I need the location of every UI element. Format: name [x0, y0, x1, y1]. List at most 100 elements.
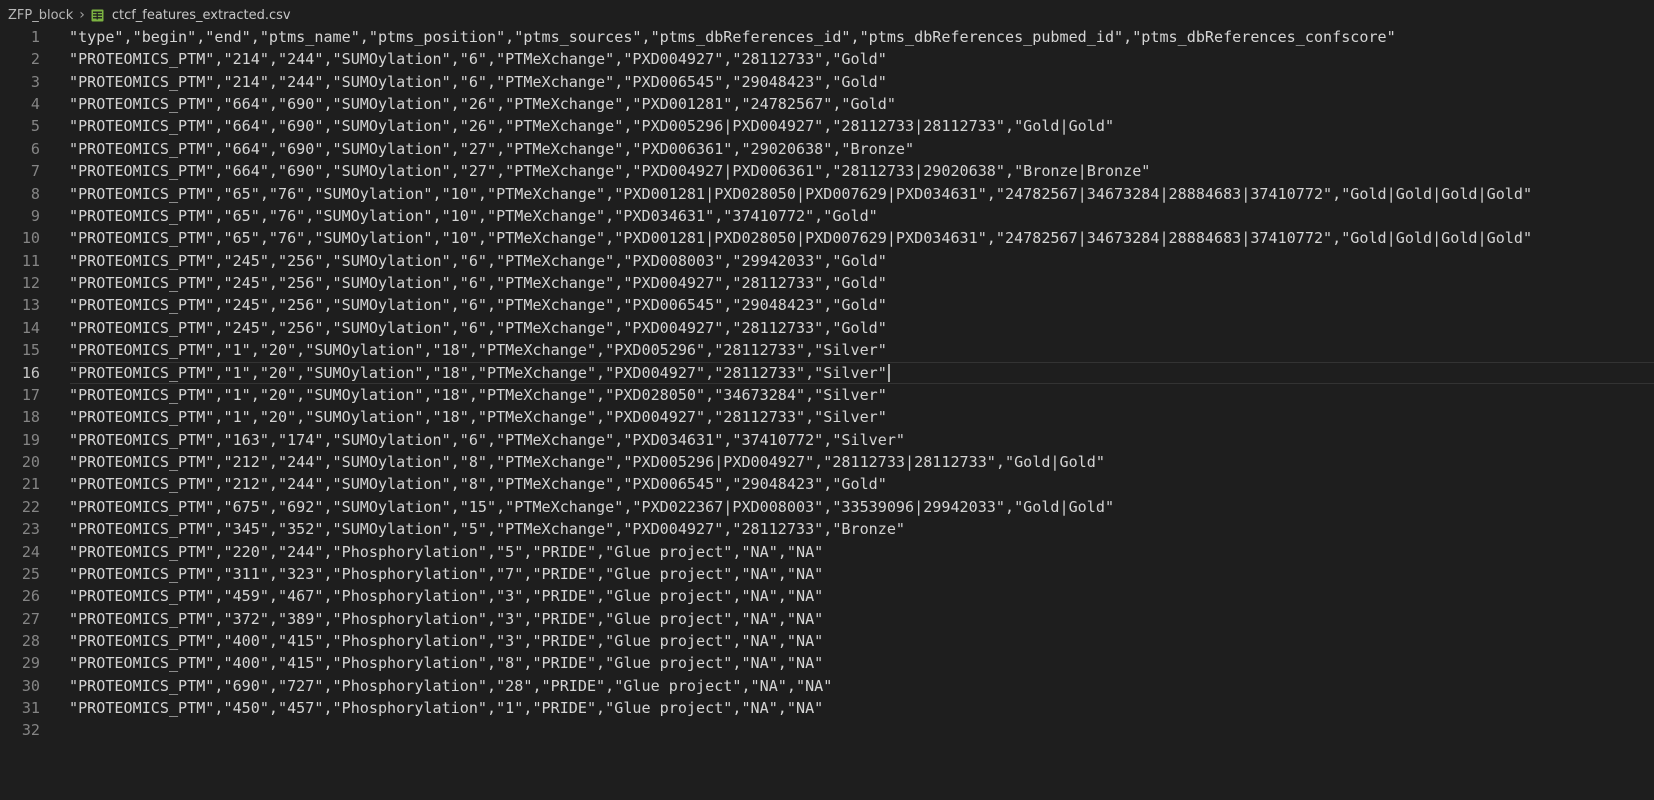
line-number: 18 — [21, 408, 40, 427]
line-text[interactable]: "PROTEOMICS_PTM","311","323","Phosphoryl… — [69, 563, 823, 586]
line-number: 27 — [21, 609, 40, 628]
code-line[interactable]: 13 "PROTEOMICS_PTM","245","256","SUMOylat… — [0, 294, 1654, 317]
line-text[interactable]: "PROTEOMICS_PTM","664","690","SUMOylatio… — [69, 93, 896, 116]
code-line[interactable]: 24 "PROTEOMICS_PTM","220","244","Phosphor… — [0, 541, 1654, 564]
code-line[interactable]: 9 "PROTEOMICS_PTM","65","76","SUMOylation… — [0, 205, 1654, 228]
line-number: 22 — [21, 497, 40, 516]
line-number: 30 — [21, 676, 40, 695]
line-number: 15 — [21, 341, 40, 360]
line-number: 9 — [30, 206, 40, 225]
line-text[interactable]: "PROTEOMICS_PTM","163","174","SUMOylatio… — [69, 429, 905, 452]
table-file-icon — [91, 9, 104, 22]
line-number: 26 — [21, 587, 40, 606]
code-line[interactable]: 1 "type","begin","end","ptms_name","ptms_… — [0, 26, 1654, 49]
line-number: 10 — [21, 229, 40, 248]
line-text[interactable]: "PROTEOMICS_PTM","690","727","Phosphoryl… — [69, 675, 832, 698]
line-number: 6 — [30, 139, 40, 158]
code-line[interactable]: 29 "PROTEOMICS_PTM","400","415","Phosphor… — [0, 652, 1654, 675]
line-number: 20 — [21, 453, 40, 472]
line-text[interactable]: "PROTEOMICS_PTM","212","244","SUMOylatio… — [69, 451, 1105, 474]
line-text[interactable]: "PROTEOMICS_PTM","664","690","SUMOylatio… — [69, 115, 1114, 138]
line-number: 1 — [30, 28, 40, 46]
code-line[interactable]: 7 "PROTEOMICS_PTM","664","690","SUMOylati… — [0, 160, 1654, 183]
line-text[interactable]: "PROTEOMICS_PTM","450","457","Phosphoryl… — [69, 697, 823, 720]
line-text[interactable]: "PROTEOMICS_PTM","400","415","Phosphoryl… — [69, 630, 823, 653]
line-number: 5 — [30, 117, 40, 136]
line-text[interactable]: "PROTEOMICS_PTM","664","690","SUMOylatio… — [69, 160, 1150, 183]
line-number: 12 — [21, 274, 40, 293]
line-text[interactable]: "PROTEOMICS_PTM","245","256","SUMOylatio… — [69, 272, 887, 295]
code-line[interactable]: 6 "PROTEOMICS_PTM","664","690","SUMOylati… — [0, 138, 1654, 161]
line-number: 11 — [21, 251, 40, 270]
line-number: 32 — [21, 721, 40, 740]
line-text[interactable]: "PROTEOMICS_PTM","1","20","SUMOylation",… — [69, 339, 887, 362]
code-line[interactable]: 14 "PROTEOMICS_PTM","245","256","SUMOylat… — [0, 317, 1654, 340]
line-text[interactable]: "PROTEOMICS_PTM","212","244","SUMOylatio… — [69, 473, 887, 496]
line-number: 14 — [21, 318, 40, 337]
code-line[interactable]: 8 "PROTEOMICS_PTM","65","76","SUMOylation… — [0, 183, 1654, 206]
line-text[interactable]: "PROTEOMICS_PTM","1","20","SUMOylation",… — [69, 384, 887, 407]
code-line[interactable]: 32 — [0, 719, 1654, 742]
line-number: 8 — [30, 184, 40, 203]
code-line[interactable]: 17 "PROTEOMICS_PTM","1","20","SUMOylation… — [0, 384, 1654, 407]
line-text[interactable]: "PROTEOMICS_PTM","214","244","SUMOylatio… — [69, 71, 887, 94]
line-text[interactable]: "PROTEOMICS_PTM","65","76","SUMOylation"… — [69, 227, 1532, 250]
line-text[interactable]: "PROTEOMICS_PTM","459","467","Phosphoryl… — [69, 585, 823, 608]
code-line[interactable]: 30 "PROTEOMICS_PTM","690","727","Phosphor… — [0, 675, 1654, 698]
line-number: 13 — [21, 296, 40, 315]
code-line[interactable]: 11 "PROTEOMICS_PTM","245","256","SUMOylat… — [0, 250, 1654, 273]
line-number: 25 — [21, 564, 40, 583]
line-text[interactable]: "PROTEOMICS_PTM","1","20","SUMOylation",… — [69, 406, 887, 429]
line-number: 16 — [21, 363, 40, 382]
editor-window: ZFP_block › ctcf_features_extracted.csv … — [0, 0, 1654, 800]
code-line[interactable]: 25 "PROTEOMICS_PTM","311","323","Phosphor… — [0, 563, 1654, 586]
chevron-right-icon: › — [79, 7, 85, 23]
line-number: 29 — [21, 654, 40, 673]
line-number: 4 — [30, 95, 40, 114]
line-number: 19 — [21, 430, 40, 449]
line-number: 23 — [21, 520, 40, 539]
code-line[interactable]: 21 "PROTEOMICS_PTM","212","244","SUMOylat… — [0, 473, 1654, 496]
line-number: 7 — [30, 162, 40, 181]
code-line[interactable]: 12 "PROTEOMICS_PTM","245","256","SUMOylat… — [0, 272, 1654, 295]
code-line[interactable]: 15 "PROTEOMICS_PTM","1","20","SUMOylation… — [0, 339, 1654, 362]
line-text[interactable]: "PROTEOMICS_PTM","675","692","SUMOylatio… — [69, 496, 1114, 519]
line-text[interactable]: "PROTEOMICS_PTM","214","244","SUMOylatio… — [69, 48, 887, 71]
line-text[interactable]: "type","begin","end","ptms_name","ptms_p… — [69, 26, 1396, 49]
code-line[interactable]: 10 "PROTEOMICS_PTM","65","76","SUMOylatio… — [0, 227, 1654, 250]
line-text[interactable]: "PROTEOMICS_PTM","65","76","SUMOylation"… — [69, 205, 878, 228]
code-line[interactable]: 28 "PROTEOMICS_PTM","400","415","Phosphor… — [0, 630, 1654, 653]
line-text[interactable]: "PROTEOMICS_PTM","372","389","Phosphoryl… — [69, 608, 823, 631]
code-line[interactable]: 31 "PROTEOMICS_PTM","450","457","Phosphor… — [0, 697, 1654, 720]
line-text[interactable]: "PROTEOMICS_PTM","220","244","Phosphoryl… — [69, 541, 823, 564]
line-number: 24 — [21, 542, 40, 561]
code-line[interactable]: 23 "PROTEOMICS_PTM","345","352","SUMOylat… — [0, 518, 1654, 541]
line-number: 3 — [30, 72, 40, 91]
code-line[interactable]: 2 "PROTEOMICS_PTM","214","244","SUMOylati… — [0, 48, 1654, 71]
code-line[interactable]: 16 "PROTEOMICS_PTM","1","20","SUMOylation… — [0, 361, 1654, 385]
line-number: 2 — [30, 50, 40, 69]
code-line[interactable]: 19 "PROTEOMICS_PTM","163","174","SUMOylat… — [0, 429, 1654, 452]
line-text[interactable]: "PROTEOMICS_PTM","245","256","SUMOylatio… — [69, 317, 887, 340]
code-line[interactable]: 22 "PROTEOMICS_PTM","675","692","SUMOylat… — [0, 496, 1654, 519]
line-text[interactable]: "PROTEOMICS_PTM","400","415","Phosphoryl… — [69, 652, 823, 675]
line-number: 28 — [21, 631, 40, 650]
line-text[interactable]: "PROTEOMICS_PTM","245","256","SUMOylatio… — [69, 294, 887, 317]
line-text[interactable]: "PROTEOMICS_PTM","1","20","SUMOylation",… — [69, 362, 887, 385]
line-text[interactable]: "PROTEOMICS_PTM","65","76","SUMOylation"… — [69, 183, 1532, 206]
text-cursor — [888, 363, 890, 382]
line-text[interactable]: "PROTEOMICS_PTM","345","352","SUMOylatio… — [69, 518, 905, 541]
line-text[interactable]: "PROTEOMICS_PTM","664","690","SUMOylatio… — [69, 138, 914, 161]
line-number: 21 — [21, 475, 40, 494]
code-editor[interactable]: 1 "type","begin","end","ptms_name","ptms_… — [0, 26, 1654, 800]
code-line[interactable]: 18 "PROTEOMICS_PTM","1","20","SUMOylation… — [0, 406, 1654, 429]
line-text[interactable]: "PROTEOMICS_PTM","245","256","SUMOylatio… — [69, 250, 887, 273]
code-line[interactable]: 3 "PROTEOMICS_PTM","214","244","SUMOylati… — [0, 71, 1654, 94]
code-line[interactable]: 4 "PROTEOMICS_PTM","664","690","SUMOylati… — [0, 93, 1654, 116]
code-line[interactable]: 26 "PROTEOMICS_PTM","459","467","Phosphor… — [0, 585, 1654, 608]
breadcrumb-folder[interactable]: ZFP_block — [8, 8, 73, 23]
code-line[interactable]: 20 "PROTEOMICS_PTM","212","244","SUMOylat… — [0, 451, 1654, 474]
breadcrumb-file[interactable]: ctcf_features_extracted.csv — [112, 8, 291, 23]
code-line[interactable]: 27 "PROTEOMICS_PTM","372","389","Phosphor… — [0, 608, 1654, 631]
code-line[interactable]: 5 "PROTEOMICS_PTM","664","690","SUMOylati… — [0, 115, 1654, 138]
